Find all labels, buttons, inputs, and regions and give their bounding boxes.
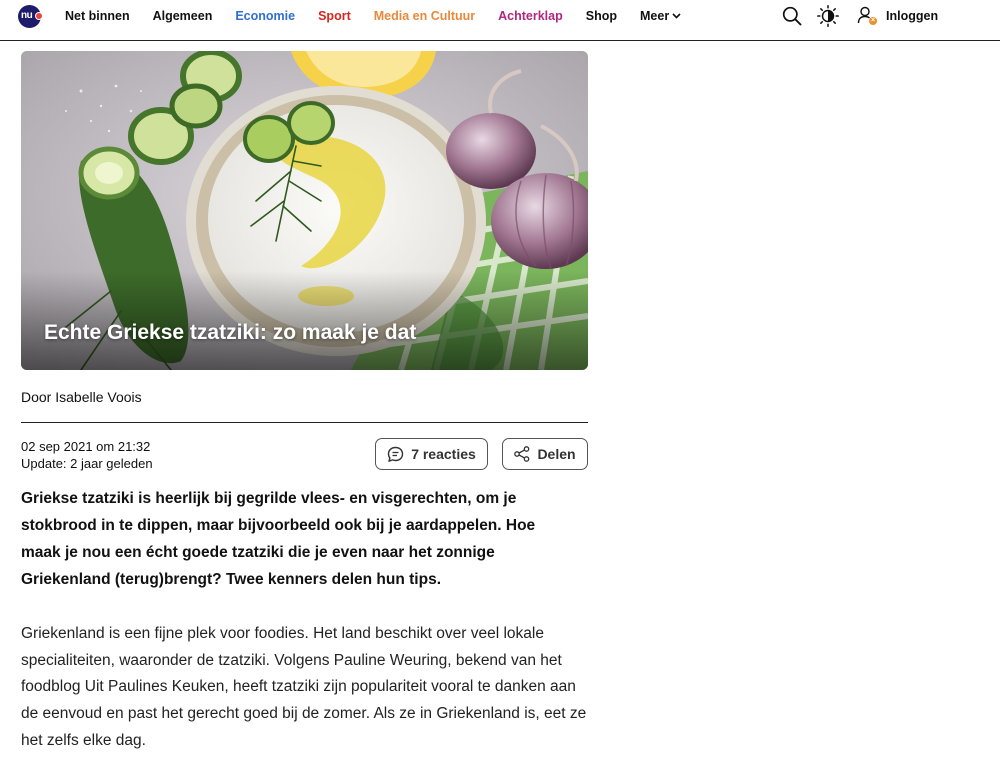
nav-item-economie[interactable]: Economie	[235, 9, 295, 23]
nav-item-algemeen[interactable]: Algemeen	[153, 9, 213, 23]
login-badge-icon: ×	[869, 17, 877, 25]
article-title: Echte Griekse tzatziki: zo maak je dat	[44, 321, 417, 344]
share-button[interactable]: Delen	[502, 438, 588, 470]
nav-item-net-binnen[interactable]: Net binnen	[65, 9, 130, 23]
article-dates: 02 sep 2021 om 21:32 Update: 2 jaar gele…	[21, 438, 153, 472]
article-byline: Door Isabelle Voois	[21, 389, 142, 405]
publish-date: 02 sep 2021 om 21:32	[21, 439, 151, 454]
search-icon	[782, 6, 802, 26]
user-icon-wrap: ×	[857, 6, 877, 26]
search-button[interactable]	[782, 5, 802, 27]
contrast-icon	[817, 5, 839, 27]
nav-item-media-en-cultuur[interactable]: Media en Cultuur	[374, 9, 475, 23]
update-date: Update: 2 jaar geleden	[21, 456, 153, 471]
chevron-down-icon	[672, 13, 681, 19]
article-lead: Griekse tzatziki is heerlijk bij gegrild…	[21, 490, 536, 588]
dark-mode-toggle[interactable]	[817, 5, 839, 27]
nav-item-shop[interactable]: Shop	[586, 9, 617, 23]
divider	[21, 422, 588, 423]
reactions-button[interactable]: 7 reacties	[375, 438, 488, 470]
nav-item-meer[interactable]: Meer	[640, 9, 681, 23]
share-icon	[514, 446, 530, 462]
login-button[interactable]: × Inloggen	[857, 5, 938, 27]
comment-icon	[387, 446, 404, 462]
meer-label: Meer	[640, 9, 670, 23]
login-label: Inloggen	[886, 9, 939, 23]
logo-text: nu	[21, 10, 33, 21]
share-label: Delen	[537, 446, 576, 462]
article-paragraph: Griekenland is een fijne plek voor foodi…	[21, 625, 587, 749]
logo-dot	[35, 12, 43, 20]
nu-logo[interactable]: nu	[18, 5, 43, 28]
reactions-label: 7 reacties	[411, 446, 476, 462]
nav-item-achterklap[interactable]: Achterklap	[498, 9, 563, 23]
nav-links: Net binnen Algemeen Economie Sport Media…	[65, 0, 704, 32]
top-navigation: nu Net binnen Algemeen Economie Sport Me…	[0, 0, 1000, 41]
hero-image[interactable]: Echte Griekse tzatziki: zo maak je dat	[21, 51, 588, 370]
nav-item-sport[interactable]: Sport	[318, 9, 351, 23]
